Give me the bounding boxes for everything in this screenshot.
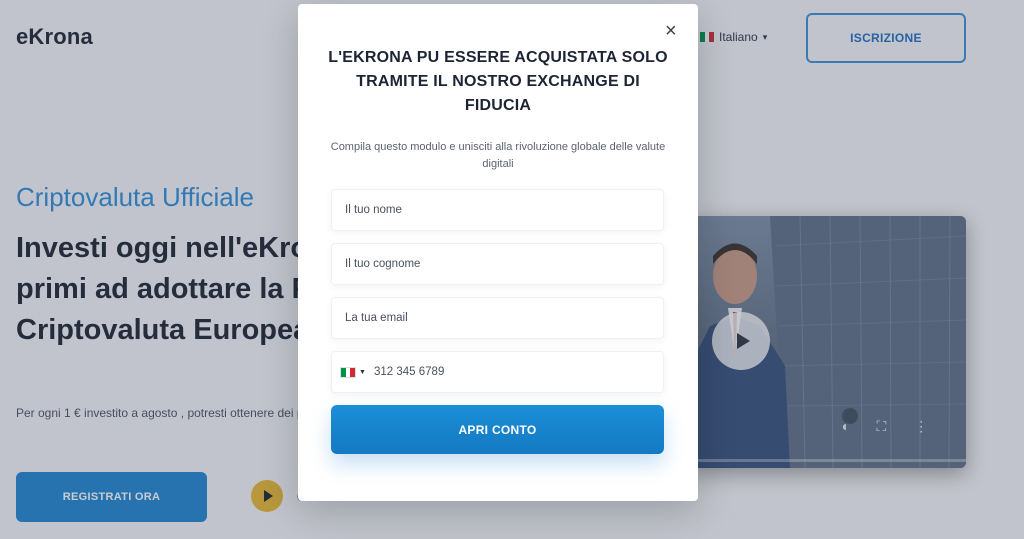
modal-subtitle: Compila questo modulo e unisciti alla ri…	[330, 141, 666, 170]
first-name-field[interactable]	[331, 189, 664, 231]
signup-modal: × L'EKRONA PU ESSERE ACQUISTATA SOLO TRA…	[298, 4, 698, 501]
email-field[interactable]	[331, 297, 664, 339]
phone-input[interactable]	[374, 352, 659, 392]
chevron-down-icon: ▼	[359, 369, 366, 376]
open-account-button[interactable]: APRI CONTO	[331, 405, 664, 454]
last-name-field[interactable]	[331, 243, 664, 285]
modal-title: L'EKRONA PU ESSERE ACQUISTATA SOLO TRAMI…	[328, 49, 668, 114]
italy-flag-icon	[340, 367, 356, 378]
phone-field: ▼	[331, 351, 664, 393]
country-code-selector[interactable]: ▼	[340, 367, 366, 378]
close-icon[interactable]: ×	[665, 21, 677, 41]
